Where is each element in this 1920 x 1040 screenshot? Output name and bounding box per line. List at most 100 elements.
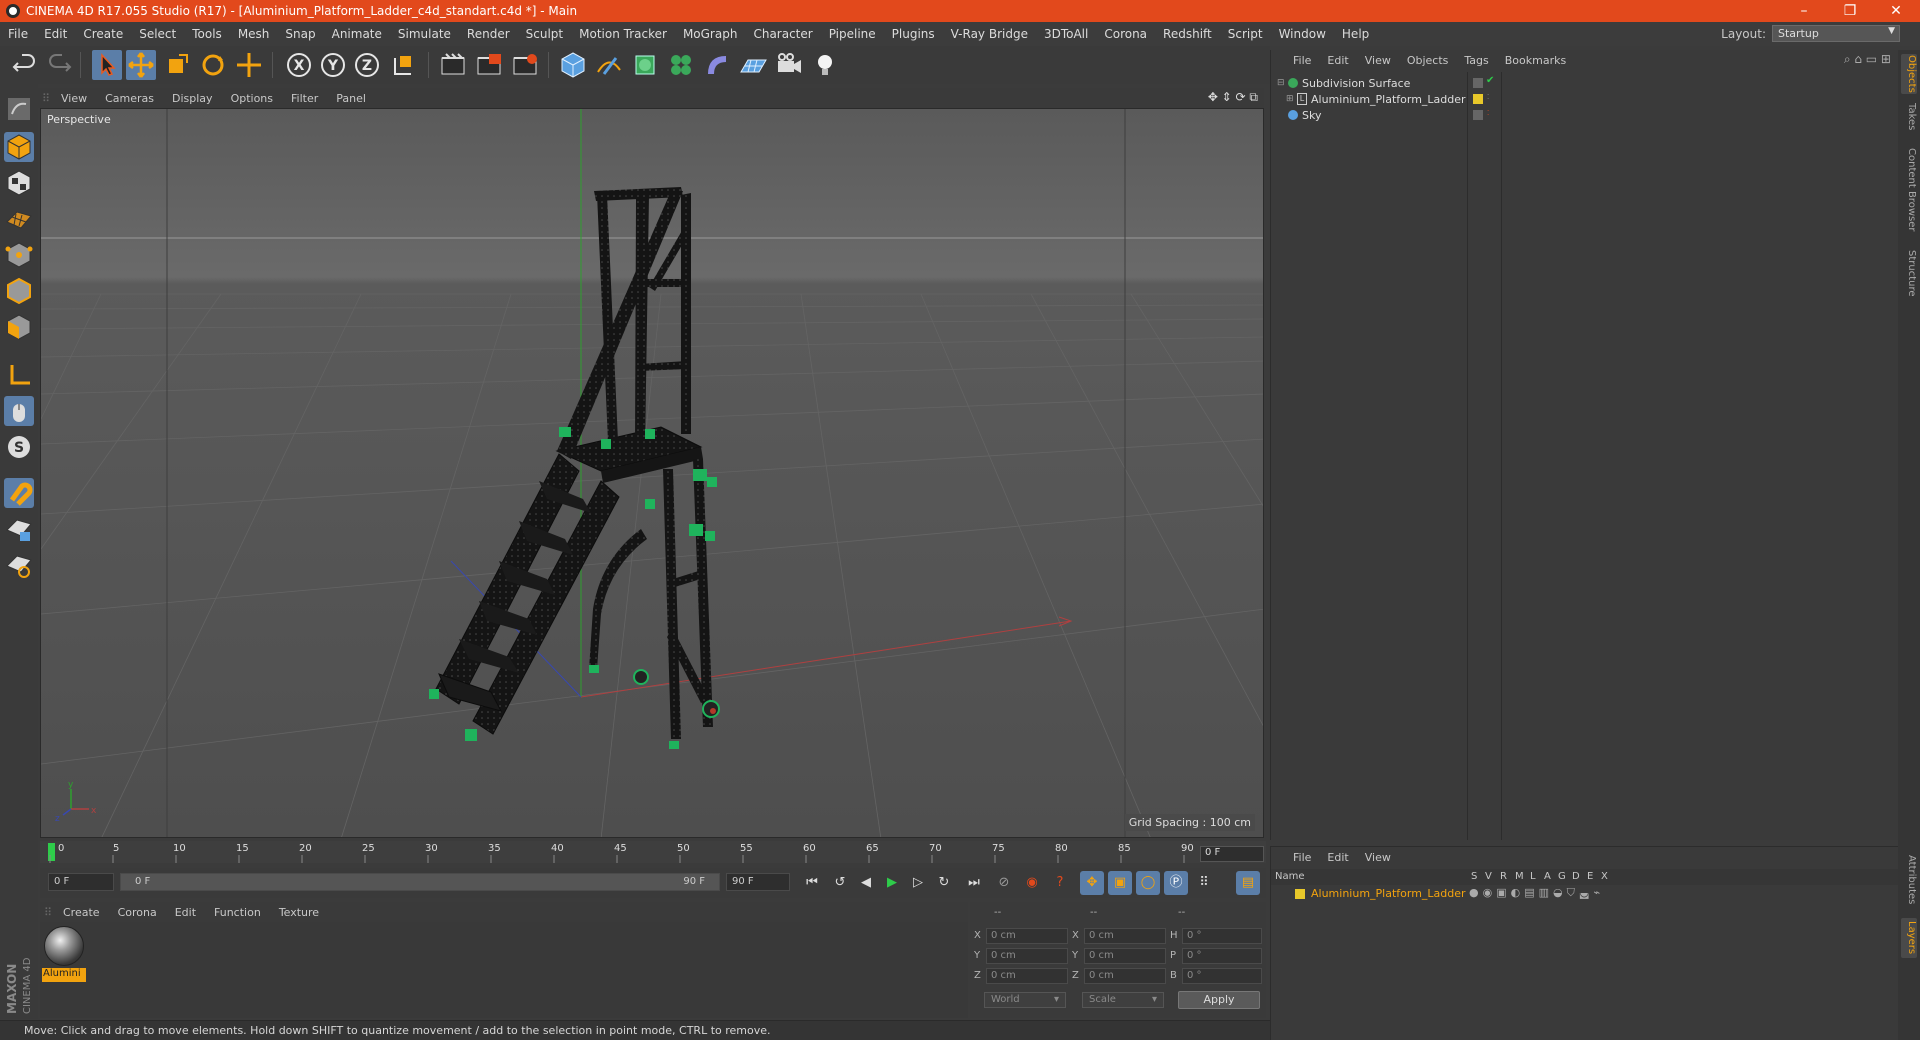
size-y-field[interactable]: 0 cm xyxy=(1084,948,1166,964)
magnet-icon[interactable] xyxy=(4,478,34,508)
position-z-field[interactable]: 0 cm xyxy=(986,968,1068,984)
workplane-lock-icon[interactable] xyxy=(4,514,34,544)
floor-icon[interactable] xyxy=(738,50,768,80)
next-key-icon[interactable]: ↻ xyxy=(932,871,956,895)
size-mode-select[interactable]: Scale ▾ xyxy=(1082,992,1164,1008)
3d-viewport[interactable]: y x z Perspective Grid Spacing : 100 cm xyxy=(40,108,1264,838)
menu-tools[interactable]: Tools xyxy=(184,27,230,41)
menu-render[interactable]: Render xyxy=(459,27,518,41)
tweak-mode-icon[interactable] xyxy=(4,396,34,426)
viewport-menu-display[interactable]: Display xyxy=(163,92,222,105)
size-x-field[interactable]: 0 cm xyxy=(1084,928,1166,944)
autokey-icon[interactable]: ? xyxy=(1048,871,1072,895)
lm-menu-view[interactable]: View xyxy=(1357,851,1399,864)
make-editable-icon[interactable] xyxy=(4,94,34,124)
layer-color-swatch[interactable] xyxy=(1295,889,1305,899)
layer-toggle-icons[interactable]: ●◉▣◐▤▥◒⛉◛⌁ xyxy=(1469,886,1604,900)
visibility-dots-icon[interactable]: ⁚ xyxy=(1487,109,1489,117)
menu-mograph[interactable]: MoGraph xyxy=(675,27,746,41)
render-settings-icon[interactable] xyxy=(510,50,540,80)
tab-attributes[interactable]: Attributes xyxy=(1901,850,1917,910)
transform-tool-icon[interactable] xyxy=(234,50,264,80)
viewport-menu-view[interactable]: View xyxy=(52,92,96,105)
om-menu-edit[interactable]: Edit xyxy=(1319,54,1356,67)
subdivision-surface-icon[interactable] xyxy=(630,50,660,80)
menu-redshift[interactable]: Redshift xyxy=(1155,27,1220,41)
menu-file[interactable]: File xyxy=(0,27,36,41)
menu-script[interactable]: Script xyxy=(1220,27,1271,41)
next-frame-icon[interactable]: ▷ xyxy=(906,871,930,895)
snap-icon[interactable]: S xyxy=(4,432,34,462)
material-menu-texture[interactable]: Texture xyxy=(270,906,328,919)
menu-motion-tracker[interactable]: Motion Tracker xyxy=(571,27,675,41)
rotation-h-field[interactable]: 0 ° xyxy=(1182,928,1262,944)
undo-icon[interactable] xyxy=(10,50,40,80)
prev-frame-icon[interactable]: ◀ xyxy=(854,871,878,895)
menu-sculpt[interactable]: Sculpt xyxy=(518,27,571,41)
om-menu-view[interactable]: View xyxy=(1357,54,1399,67)
om-menu-tags[interactable]: Tags xyxy=(1456,54,1496,67)
goto-start-icon[interactable]: ⏮ xyxy=(800,871,824,895)
material-menu-create[interactable]: Create xyxy=(54,906,109,919)
om-menu-bookmarks[interactable]: Bookmarks xyxy=(1497,54,1574,67)
deformer-icon[interactable] xyxy=(702,50,732,80)
pen-spline-icon[interactable] xyxy=(594,50,624,80)
menu-edit[interactable]: Edit xyxy=(36,27,75,41)
y-axis-lock-icon[interactable]: Y xyxy=(318,50,348,80)
coordinate-system-icon[interactable] xyxy=(388,50,418,80)
polygons-mode-icon[interactable] xyxy=(4,312,34,342)
layer-row[interactable]: Aluminium_Platform_Ladder ●◉▣◐▤▥◒⛉◛⌁ xyxy=(1271,885,1899,903)
menu-animate[interactable]: Animate xyxy=(324,27,390,41)
scale-tool-icon[interactable] xyxy=(162,50,192,80)
x-axis-lock-icon[interactable]: X xyxy=(284,50,314,80)
key-pla-icon[interactable]: ⠿ xyxy=(1192,871,1216,895)
om-search-icons[interactable]: ⌕ ⌂ ▭ ⊞ xyxy=(1844,52,1891,67)
apply-button[interactable]: Apply xyxy=(1178,991,1260,1009)
material-menu-edit[interactable]: Edit xyxy=(166,906,205,919)
camera-icon[interactable] xyxy=(774,50,804,80)
menu-create[interactable]: Create xyxy=(75,27,131,41)
workplane-mode-icon[interactable] xyxy=(4,204,34,234)
tab-content-browser[interactable]: Content Browser xyxy=(1901,142,1917,238)
key-scale-icon[interactable]: ▣ xyxy=(1108,871,1132,895)
points-mode-icon[interactable] xyxy=(4,240,34,270)
coordinate-space-select[interactable]: World ▾ xyxy=(984,992,1066,1008)
render-picture-viewer-icon[interactable] xyxy=(474,50,504,80)
om-menu-objects[interactable]: Objects xyxy=(1399,54,1457,67)
timeline-window-icon[interactable]: ▤ xyxy=(1236,871,1260,895)
light-icon[interactable] xyxy=(810,50,840,80)
position-x-field[interactable]: 0 cm xyxy=(986,928,1068,944)
menu-select[interactable]: Select xyxy=(131,27,184,41)
menu-plugins[interactable]: Plugins xyxy=(884,27,943,41)
tab-structure[interactable]: Structure xyxy=(1901,246,1917,300)
rotation-p-field[interactable]: 0 ° xyxy=(1182,948,1262,964)
edges-mode-icon[interactable] xyxy=(4,276,34,306)
object-row[interactable]: Sky ⁚ xyxy=(1271,106,1899,126)
om-menu-file[interactable]: File xyxy=(1285,54,1319,67)
lm-menu-file[interactable]: File xyxy=(1285,851,1319,864)
layer-name[interactable]: Aluminium_Platform_Ladder xyxy=(1311,887,1466,900)
viewport-menu-panel[interactable]: Panel xyxy=(327,92,375,105)
end-frame-field[interactable]: 90 F xyxy=(726,873,790,891)
menu-corona[interactable]: Corona xyxy=(1096,27,1155,41)
prev-key-icon[interactable]: ↺ xyxy=(828,871,852,895)
material-name[interactable]: Alumini xyxy=(42,968,86,982)
cube-primitive-icon[interactable] xyxy=(558,50,588,80)
material-menu-corona[interactable]: Corona xyxy=(109,906,166,919)
size-z-field[interactable]: 0 cm xyxy=(1084,968,1166,984)
tab-takes[interactable]: Takes xyxy=(1901,100,1917,134)
position-y-field[interactable]: 0 cm xyxy=(986,948,1068,964)
menu-3dtoall[interactable]: 3DToAll xyxy=(1036,27,1096,41)
planar-workplane-icon[interactable] xyxy=(4,550,34,580)
enabled-check-icon[interactable]: ✔ xyxy=(1486,75,1494,86)
z-axis-lock-icon[interactable]: Z xyxy=(352,50,382,80)
cloner-icon[interactable] xyxy=(666,50,696,80)
viewport-menu-filter[interactable]: Filter xyxy=(282,92,327,105)
menu-mesh[interactable]: Mesh xyxy=(230,27,278,41)
axis-mode-icon[interactable] xyxy=(4,360,34,390)
move-tool-icon[interactable] xyxy=(126,50,156,80)
menu-pipeline[interactable]: Pipeline xyxy=(821,27,884,41)
key-parameter-icon[interactable]: Ⓟ xyxy=(1164,871,1188,895)
model-mode-icon[interactable] xyxy=(4,132,34,162)
menu-help[interactable]: Help xyxy=(1334,27,1377,41)
